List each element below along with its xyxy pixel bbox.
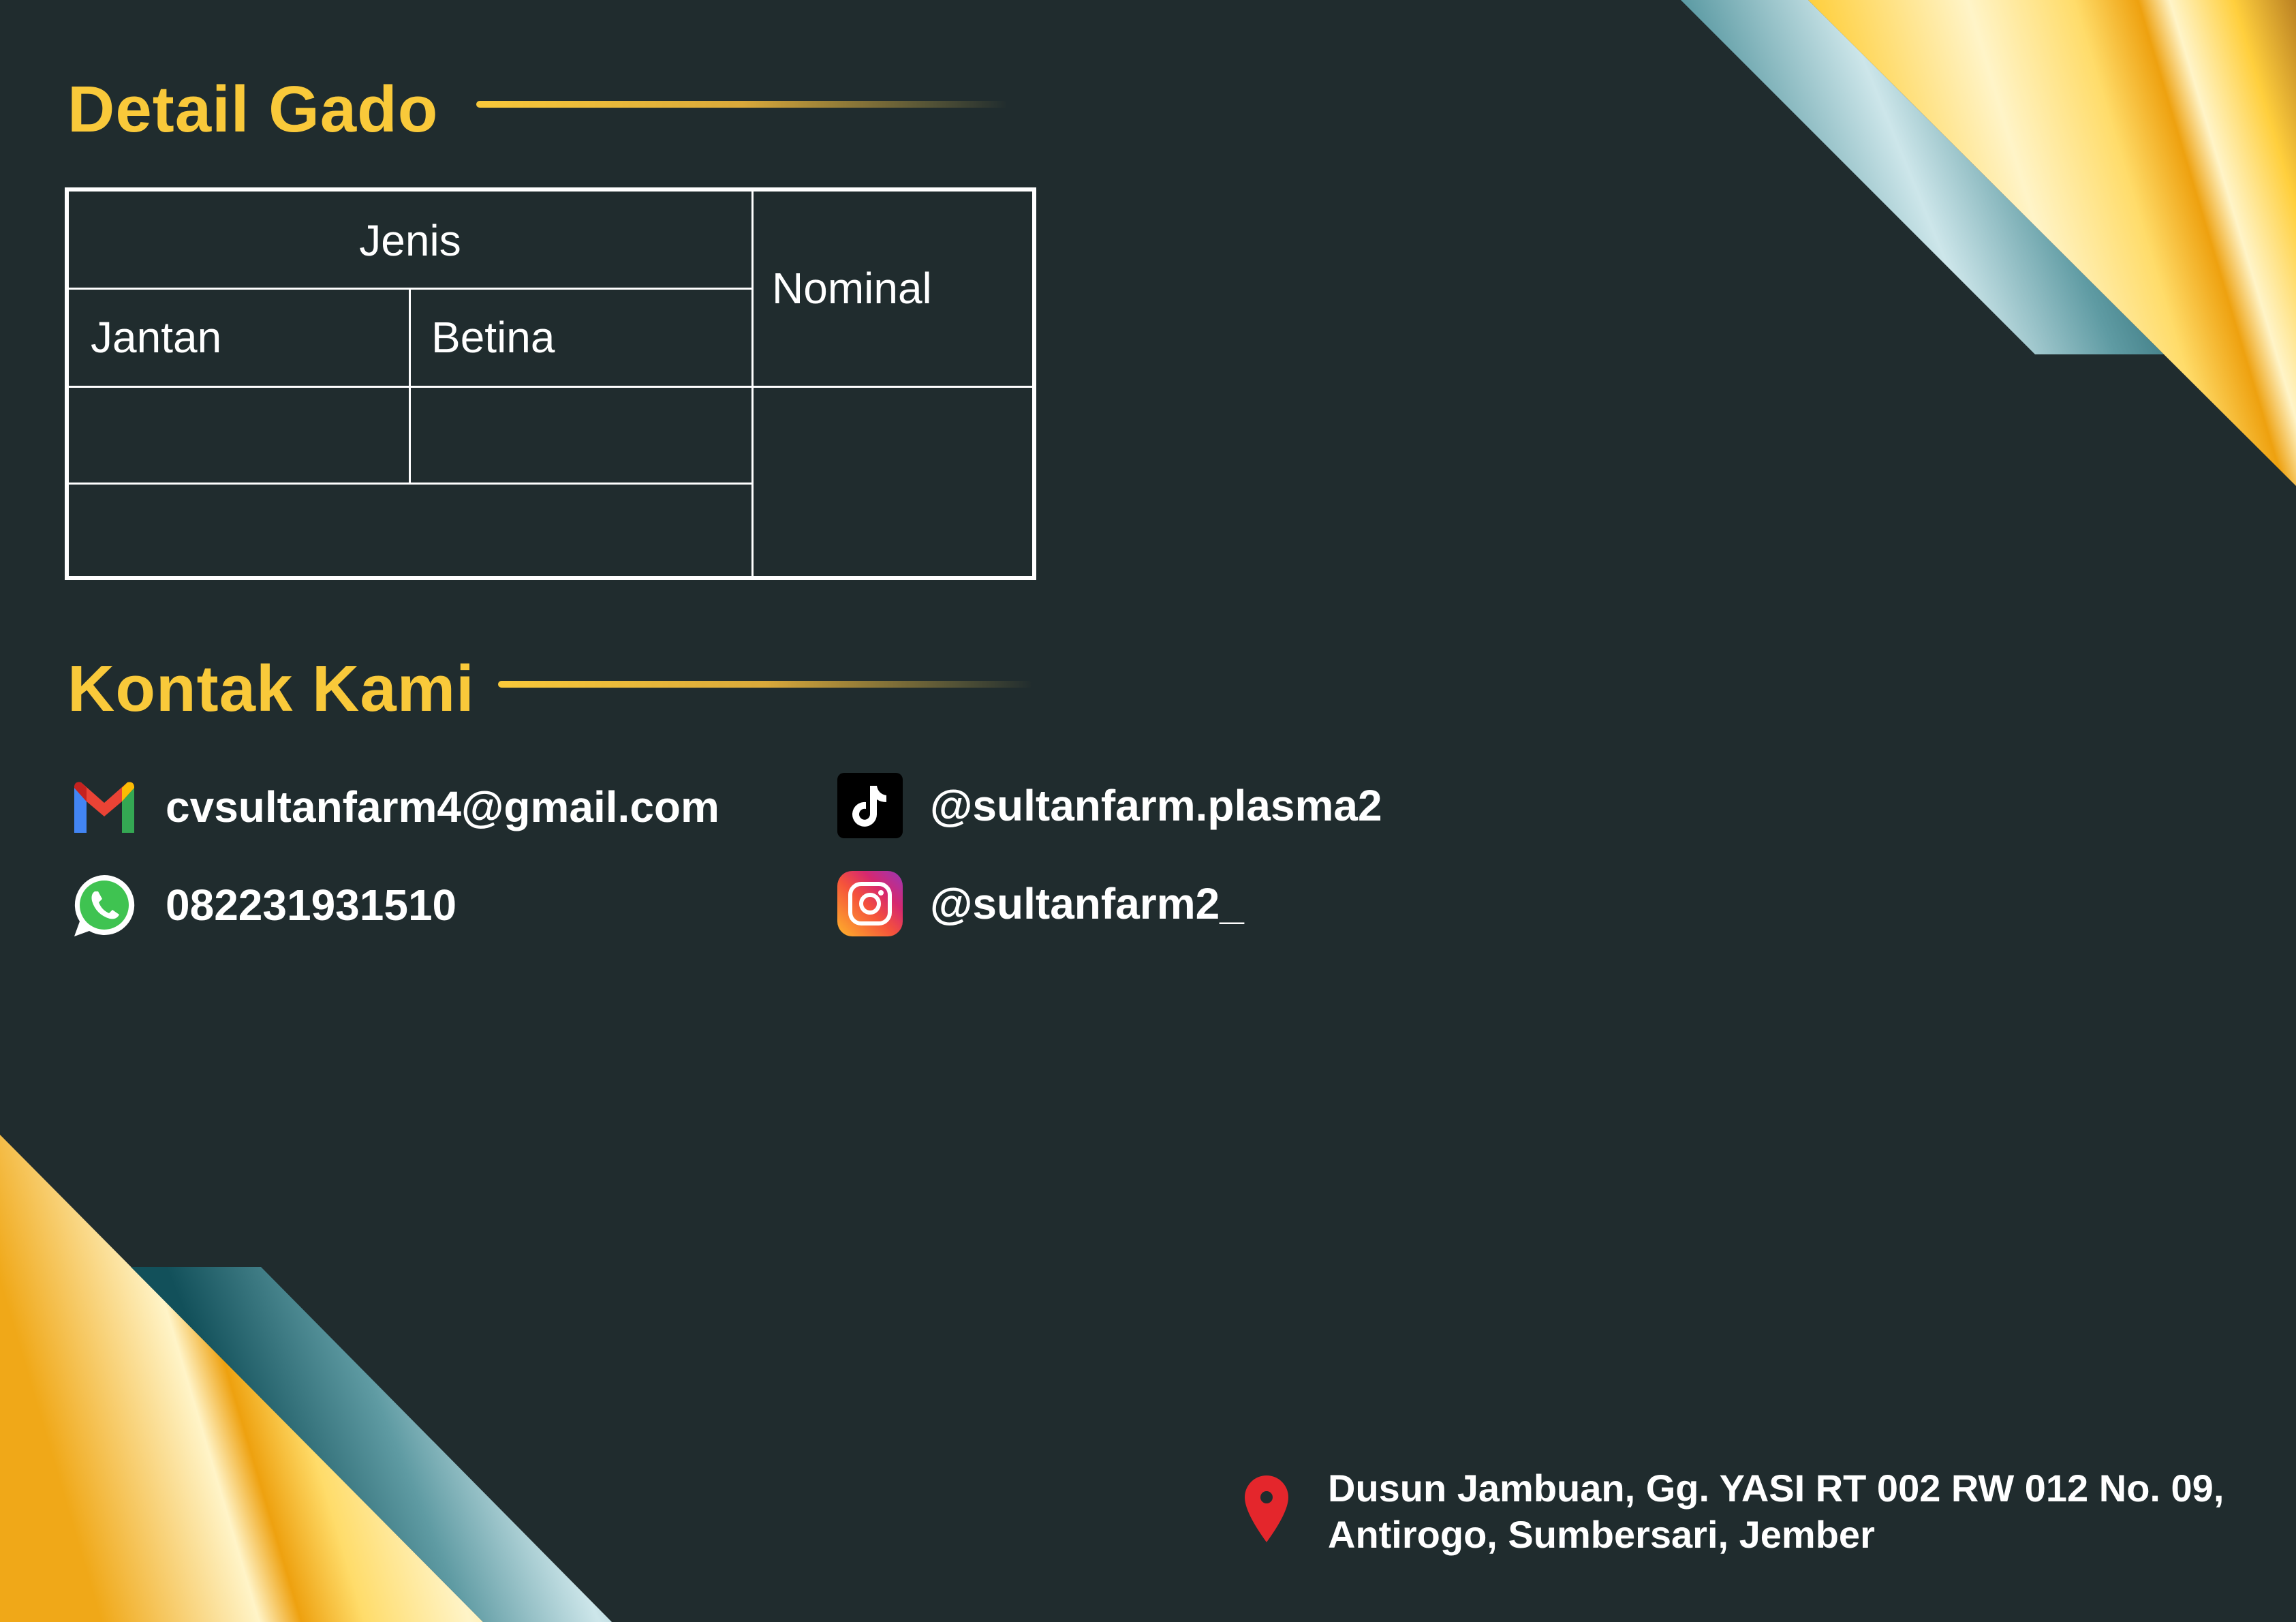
header-jenis: Jenis (359, 216, 461, 265)
contact-instagram[interactable]: @sultanfarm2_ (837, 871, 1244, 936)
contact-email[interactable]: cvsultanfarm4@gmail.com (70, 773, 719, 841)
header-jantan: Jantan (91, 313, 222, 362)
contact-title-rule (498, 681, 1033, 688)
instagram-handle: @sultanfarm2_ (930, 879, 1244, 928)
tiktok-icon (837, 773, 903, 838)
gold-ribbon-top (1808, 0, 2296, 486)
detail-title-rule (476, 101, 1008, 108)
detail-title: Detail Gado (67, 73, 439, 146)
location-pin-icon (1243, 1474, 1290, 1547)
contact-title: Kontak Kami (67, 652, 475, 725)
address-line-1: Dusun Jambuan, Gg. YASI RT 002 RW 012 No… (1328, 1467, 2224, 1510)
cell-betina-value[interactable] (411, 388, 751, 483)
address-line-2: Antirogo, Sumbersari, Jember (1328, 1513, 1875, 1556)
detail-table: Jenis Jantan Betina Nominal (65, 187, 1036, 580)
cell-nominal-value[interactable] (754, 388, 1032, 576)
header-betina: Betina (431, 313, 555, 362)
contact-whatsapp[interactable]: 082231931510 (70, 871, 456, 939)
gmail-icon (70, 773, 138, 841)
cell-total[interactable] (69, 485, 751, 576)
header-nominal: Nominal (772, 264, 932, 313)
email-text: cvsultanfarm4@gmail.com (166, 782, 719, 831)
tiktok-handle: @sultanfarm.plasma2 (930, 781, 1382, 830)
table-divider (69, 288, 751, 290)
cell-jantan-value[interactable] (69, 388, 409, 483)
phone-text: 082231931510 (166, 881, 457, 930)
instagram-icon (837, 871, 903, 936)
whatsapp-icon (70, 871, 138, 939)
contact-tiktok[interactable]: @sultanfarm.plasma2 (837, 773, 1382, 838)
address: Dusun Jambuan, Gg. YASI RT 002 RW 012 No… (1328, 1465, 2224, 1558)
